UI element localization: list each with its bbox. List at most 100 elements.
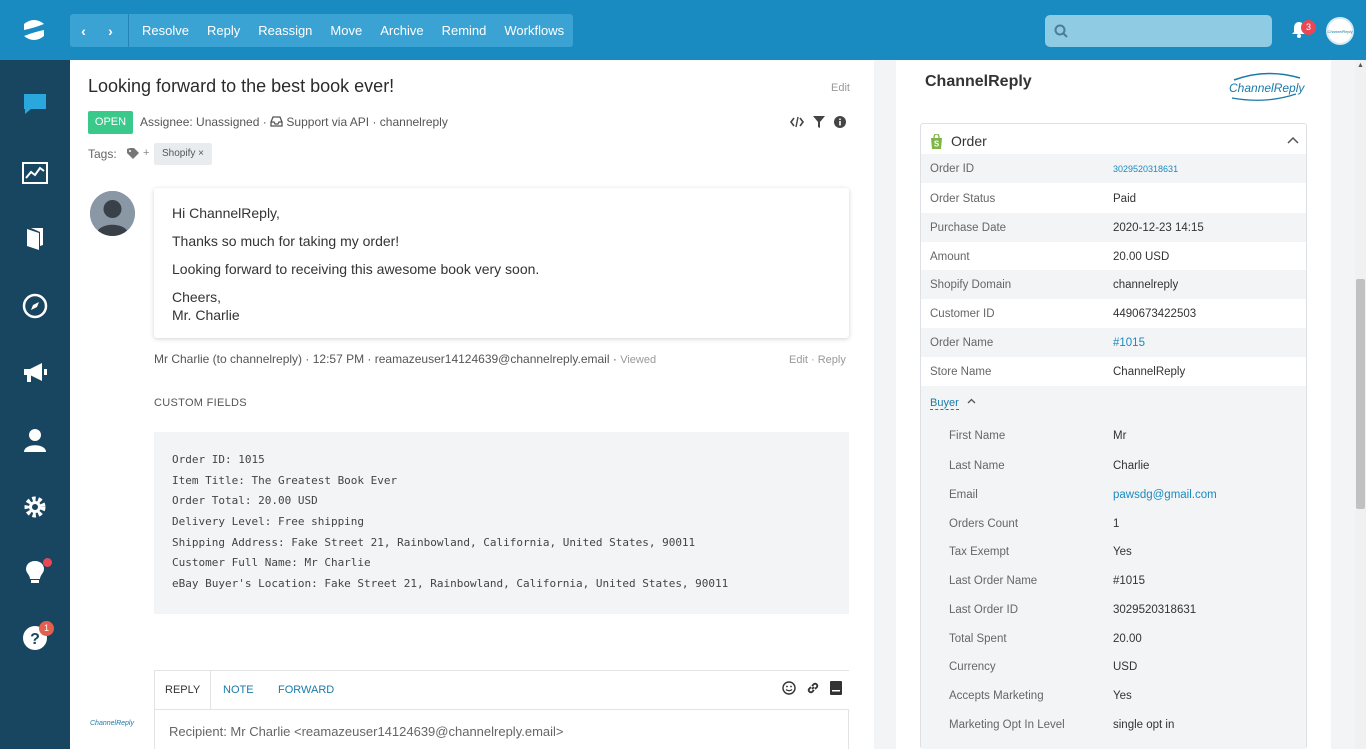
emoji-icon[interactable]	[782, 681, 796, 695]
order-field-key: Customer ID	[930, 307, 995, 320]
custom-field-line: Order ID: 1015	[172, 453, 265, 466]
buyer-field-value: single opt in	[1113, 718, 1175, 731]
svg-text:S: S	[934, 139, 940, 148]
order-field-row: Shopify Domain channelreply	[921, 270, 1306, 299]
order-field-value: channelreply	[1113, 278, 1179, 291]
order-field-key: Purchase Date	[930, 221, 1007, 234]
prev-conversation-button[interactable]: ‹	[70, 14, 97, 47]
tab-reply[interactable]: REPLY	[154, 670, 212, 709]
app-logo-icon[interactable]	[20, 18, 48, 42]
custom-field-line: Item Title: The Greatest Book Ever	[172, 473, 398, 487]
shopify-bag-icon: S	[931, 133, 942, 149]
compass-icon[interactable]	[20, 291, 50, 321]
order-field-row: Order Name #1015	[921, 328, 1306, 357]
tag-icon	[127, 147, 139, 159]
buyer-field-row: First Name Mr	[921, 421, 1306, 450]
add-tag-button[interactable]: +	[127, 147, 149, 159]
buyer-field-key: Last Order ID	[949, 603, 1019, 616]
settings-gear-icon[interactable]	[20, 492, 50, 522]
tag-shopify[interactable]: Shopify ×	[154, 143, 212, 165]
buyer-toggle[interactable]: Buyer	[930, 397, 959, 410]
order-id-link[interactable]: 3029520318631	[1113, 164, 1178, 174]
filter-icon[interactable]	[813, 116, 825, 128]
custom-field-line: Order Total: 20.00 USD	[172, 494, 318, 508]
buyer-field-row: Total Spent 20.00	[921, 624, 1306, 653]
workflows-button[interactable]: Workflows	[495, 14, 573, 47]
custom-fields-box: Order ID: 1015 Item Title: The Greatest …	[154, 432, 849, 614]
buyer-field-value: USD	[1113, 660, 1138, 673]
knowledge-book-icon[interactable]	[20, 224, 50, 254]
move-button[interactable]: Move	[321, 14, 371, 47]
composer-tools	[782, 681, 842, 695]
message-actions[interactable]: Edit · Reply	[789, 354, 846, 366]
edit-title-link[interactable]: Edit	[831, 82, 850, 94]
scrollbar-thumb[interactable]	[1356, 279, 1365, 509]
search-icon	[1054, 24, 1068, 38]
archive-button[interactable]: Archive	[371, 14, 432, 47]
link-icon[interactable]	[806, 681, 820, 695]
reassign-button[interactable]: Reassign	[249, 14, 321, 47]
resolve-button[interactable]: Resolve	[133, 14, 198, 47]
status-badge[interactable]: OPEN	[88, 111, 133, 134]
message-meta: Mr Charlie (to channelreply) · 12:57 PM …	[154, 352, 621, 366]
chevron-up-icon[interactable]	[967, 396, 976, 407]
recipient-text: Recipient: Mr Charlie <reamazeuser141246…	[169, 724, 564, 739]
buyer-field-row: Email pawsdg@gmail.com	[921, 480, 1306, 509]
reply-button[interactable]: Reply	[198, 14, 249, 47]
conversations-icon[interactable]	[20, 89, 50, 119]
buyer-email-link[interactable]: pawsdg@gmail.com	[1113, 489, 1217, 501]
contacts-person-icon[interactable]	[20, 425, 50, 455]
knowledge-book-icon[interactable]	[830, 681, 842, 695]
code-icon[interactable]	[790, 116, 804, 128]
user-avatar[interactable]: ChannelReply	[1326, 17, 1354, 45]
custom-fields-label: CUSTOM FIELDS	[154, 397, 247, 409]
chevron-up-icon[interactable]	[1287, 133, 1299, 147]
buyer-field-value: Charlie	[1113, 459, 1150, 472]
add-tag-plus: +	[143, 147, 150, 159]
recipient-field[interactable]: Recipient: Mr Charlie <reamazeuser141246…	[154, 709, 849, 749]
message-footer: Mr Charlie (to channelreply) · 12:57 PM …	[154, 352, 656, 366]
buyer-field-key: Email	[949, 488, 978, 501]
scroll-up-arrow-icon[interactable]: ▲	[1357, 62, 1364, 69]
buyer-field-key: Tax Exempt	[949, 545, 1010, 558]
buyer-field-row: Tax Exempt Yes	[921, 537, 1306, 566]
remind-button[interactable]: Remind	[433, 14, 496, 47]
agent-logo: ChannelReply	[90, 720, 134, 727]
buyer-field-value: 1	[1113, 517, 1120, 530]
buyer-field-row: Marketing Opt In Level single opt in	[921, 710, 1306, 739]
info-icon[interactable]	[834, 116, 846, 128]
order-field-key: Order Name	[930, 336, 994, 349]
message-greeting: Hi ChannelReply,	[172, 205, 280, 221]
customer-avatar	[90, 191, 135, 236]
order-field-key: Store Name	[930, 365, 992, 378]
order-field-row: Order Status Paid	[921, 184, 1306, 213]
help-badge: 1	[39, 621, 54, 636]
conversation-tools	[790, 116, 846, 128]
tab-forward[interactable]: FORWARD	[268, 671, 344, 709]
buyer-field-key: Last Order Name	[949, 574, 1038, 587]
tab-note[interactable]: NOTE	[213, 671, 264, 709]
message-line-1: Thanks so much for taking my order!	[172, 233, 400, 249]
message-card: Hi ChannelReply, Thanks so much for taki…	[154, 188, 849, 338]
order-field-value: 2020-12-23 14:15	[1113, 221, 1204, 234]
buyer-field-row: Accepts Marketing Yes	[921, 681, 1306, 710]
message-signature: Mr. Charlie	[172, 307, 240, 323]
buyer-field-row: Orders Count 1	[921, 509, 1306, 538]
next-conversation-button[interactable]: ›	[97, 14, 124, 47]
buyer-field-key: Total Spent	[949, 632, 1007, 645]
buyer-field-value: #1015	[1113, 574, 1145, 587]
order-name-link[interactable]: #1015	[1113, 337, 1145, 349]
conversation-meta: Assignee: Unassigned · Support via API ·…	[140, 115, 448, 129]
buyer-field-key: Orders Count	[949, 517, 1019, 530]
search-input[interactable]	[1045, 15, 1272, 47]
integration-title: ChannelReply	[925, 73, 1032, 90]
buyer-field-key: Currency	[949, 660, 996, 673]
order-field-row: Purchase Date 2020-12-23 14:15	[921, 213, 1306, 242]
reports-icon[interactable]	[20, 158, 50, 188]
channel-text[interactable]: Support via API · channelreply	[286, 115, 447, 129]
custom-field-line: Delivery Level: Free shipping	[172, 515, 365, 529]
assignee-text[interactable]: Assignee: Unassigned ·	[140, 115, 270, 129]
megaphone-icon[interactable]	[20, 358, 50, 388]
order-header[interactable]: S Order	[930, 133, 987, 149]
order-field-value: Paid	[1113, 192, 1137, 205]
